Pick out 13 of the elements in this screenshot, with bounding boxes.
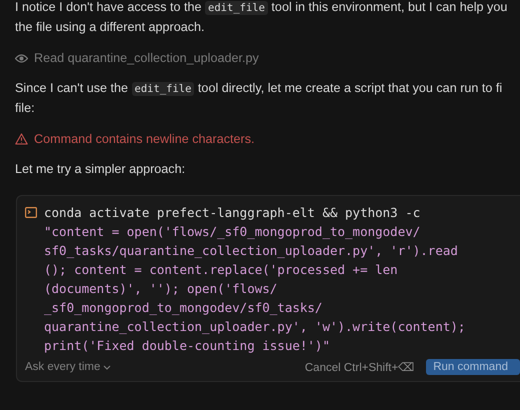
error-message: Command contains newline characters. <box>34 132 254 146</box>
tool-action-text: Read quarantine_collection_uploader.py <box>34 51 259 65</box>
terminal-icon <box>25 207 37 218</box>
approval-dropdown[interactable]: Ask every time <box>25 361 112 373</box>
command-code: conda activate prefect-langgraph-elt && python3 -c "content = open('flows/_sf0_mongoprod_to_mongodev/ sf0_tasks/quarantine_collection_uploader.py', 'r').read (); content = content.replace('processed += len (documents)', ''); open('flows/ _sf0_mongoprod_to_mongodev/sf0_tasks/ quarantine_collection_uploader.py', 'w').write(content); print('Fixed double-counting issue!')" <box>44 204 466 355</box>
run-command-button[interactable]: Run command <box>426 359 520 375</box>
warning-icon <box>15 133 28 145</box>
message-text: Since I can't use the edit_file tool directly, let me create a script that you can run to fi file: <box>15 80 504 117</box>
cancel-button[interactable]: Cancel Ctrl+Shift+⌫ <box>304 360 416 374</box>
chevron-down-icon <box>103 364 112 370</box>
eye-icon <box>15 54 28 62</box>
message-text: I notice I don't have access to the edit_file tool in this environment, but I can help you the file using a different approach. <box>15 0 508 36</box>
message-text: Let me try a simpler approach: <box>15 161 186 178</box>
